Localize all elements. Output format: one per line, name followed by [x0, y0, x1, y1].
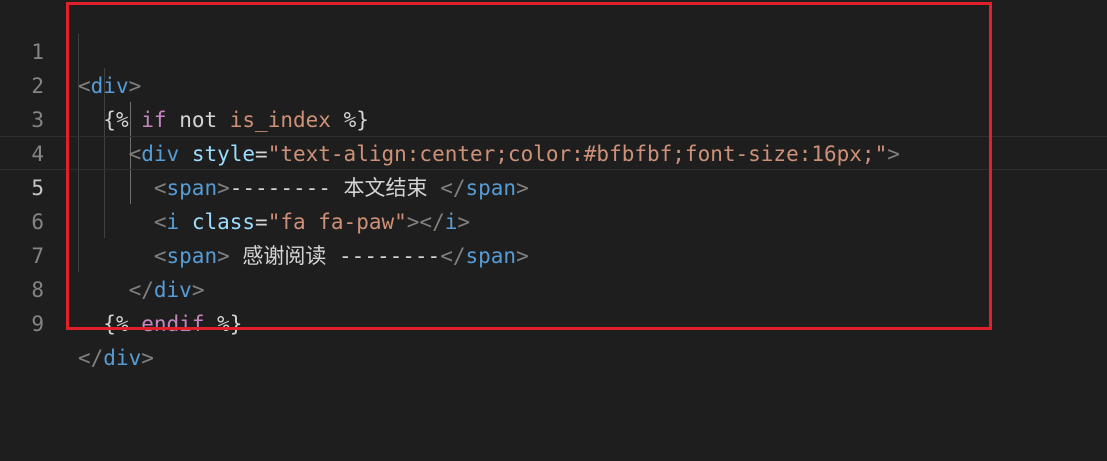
code-token: ></: [406, 210, 445, 234]
code-token: not: [166, 108, 230, 132]
code-token: i: [166, 210, 180, 234]
code-token: -------- 本文结束: [229, 176, 441, 200]
code-token: %}: [204, 312, 243, 336]
code-token: div: [103, 346, 142, 370]
code-token: span: [166, 176, 218, 200]
code-line[interactable]: 3 <div style="text-align:center;color:#b…: [0, 69, 900, 166]
code-token: >: [457, 210, 471, 234]
line-code: <span>-------- 本文结束 </span>: [78, 171, 529, 205]
code-editor[interactable]: 1 <div> 2 {% if not is_index %} 3 <div s…: [0, 0, 1107, 461]
code-token: if: [141, 108, 167, 132]
code-token: 感谢阅读 --------: [229, 244, 441, 268]
code-line[interactable]: 6 <span> 感谢阅读 --------</span>: [0, 171, 528, 268]
line-code: <i class="fa fa-paw"></i>: [78, 205, 470, 239]
code-line[interactable]: 9 </div>: [0, 273, 154, 370]
code-token: div: [90, 74, 129, 98]
line-code: <div>: [78, 69, 141, 103]
code-token: span: [166, 244, 218, 268]
code-line[interactable]: 7 </div>: [0, 205, 204, 302]
code-line[interactable]: 8 {% endif %}: [0, 239, 242, 336]
line-code: <span> 感谢阅读 --------</span>: [78, 239, 529, 273]
line-code: </div>: [78, 273, 205, 307]
code-line[interactable]: 1 <div>: [0, 1, 141, 98]
code-token: span: [465, 176, 517, 200]
code-token: class: [191, 210, 256, 234]
line-number: 9: [31, 312, 44, 336]
code-token: {%: [103, 108, 129, 132]
code-line[interactable]: 2 {% if not is_index %}: [0, 35, 369, 132]
code-token: =: [255, 210, 268, 234]
code-token: >: [128, 74, 142, 98]
code-token: {%: [103, 312, 129, 336]
code-token: "fa fa-paw": [267, 210, 407, 234]
code-line[interactable]: 4 <span>-------- 本文结束 </span>: [0, 103, 528, 200]
code-token: >: [141, 346, 154, 370]
code-token: >: [191, 278, 205, 302]
code-token: >: [516, 244, 529, 268]
code-token: <: [153, 176, 167, 200]
line-code: {% if not is_index %}: [78, 103, 369, 137]
code-token: >: [217, 244, 230, 268]
line-code: {% endif %}: [78, 307, 242, 341]
code-line-current[interactable]: 5 <i class="fa fa-paw"></i>: [0, 136, 1107, 234]
code-token: <: [78, 74, 91, 98]
code-token: span: [465, 244, 517, 268]
code-token: </: [440, 176, 466, 200]
code-token: </: [440, 244, 466, 268]
code-token: >: [217, 176, 230, 200]
line-code: </div>: [78, 341, 154, 375]
code-token: endif: [141, 312, 205, 336]
code-token: </: [78, 346, 104, 370]
code-token: <: [153, 210, 167, 234]
code-token: </: [128, 278, 154, 302]
code-token: %}: [330, 108, 369, 132]
code-token: div: [153, 278, 192, 302]
code-token: is_index: [229, 108, 331, 132]
code-token: i: [444, 210, 458, 234]
code-token: <: [153, 244, 167, 268]
code-token: >: [516, 176, 529, 200]
